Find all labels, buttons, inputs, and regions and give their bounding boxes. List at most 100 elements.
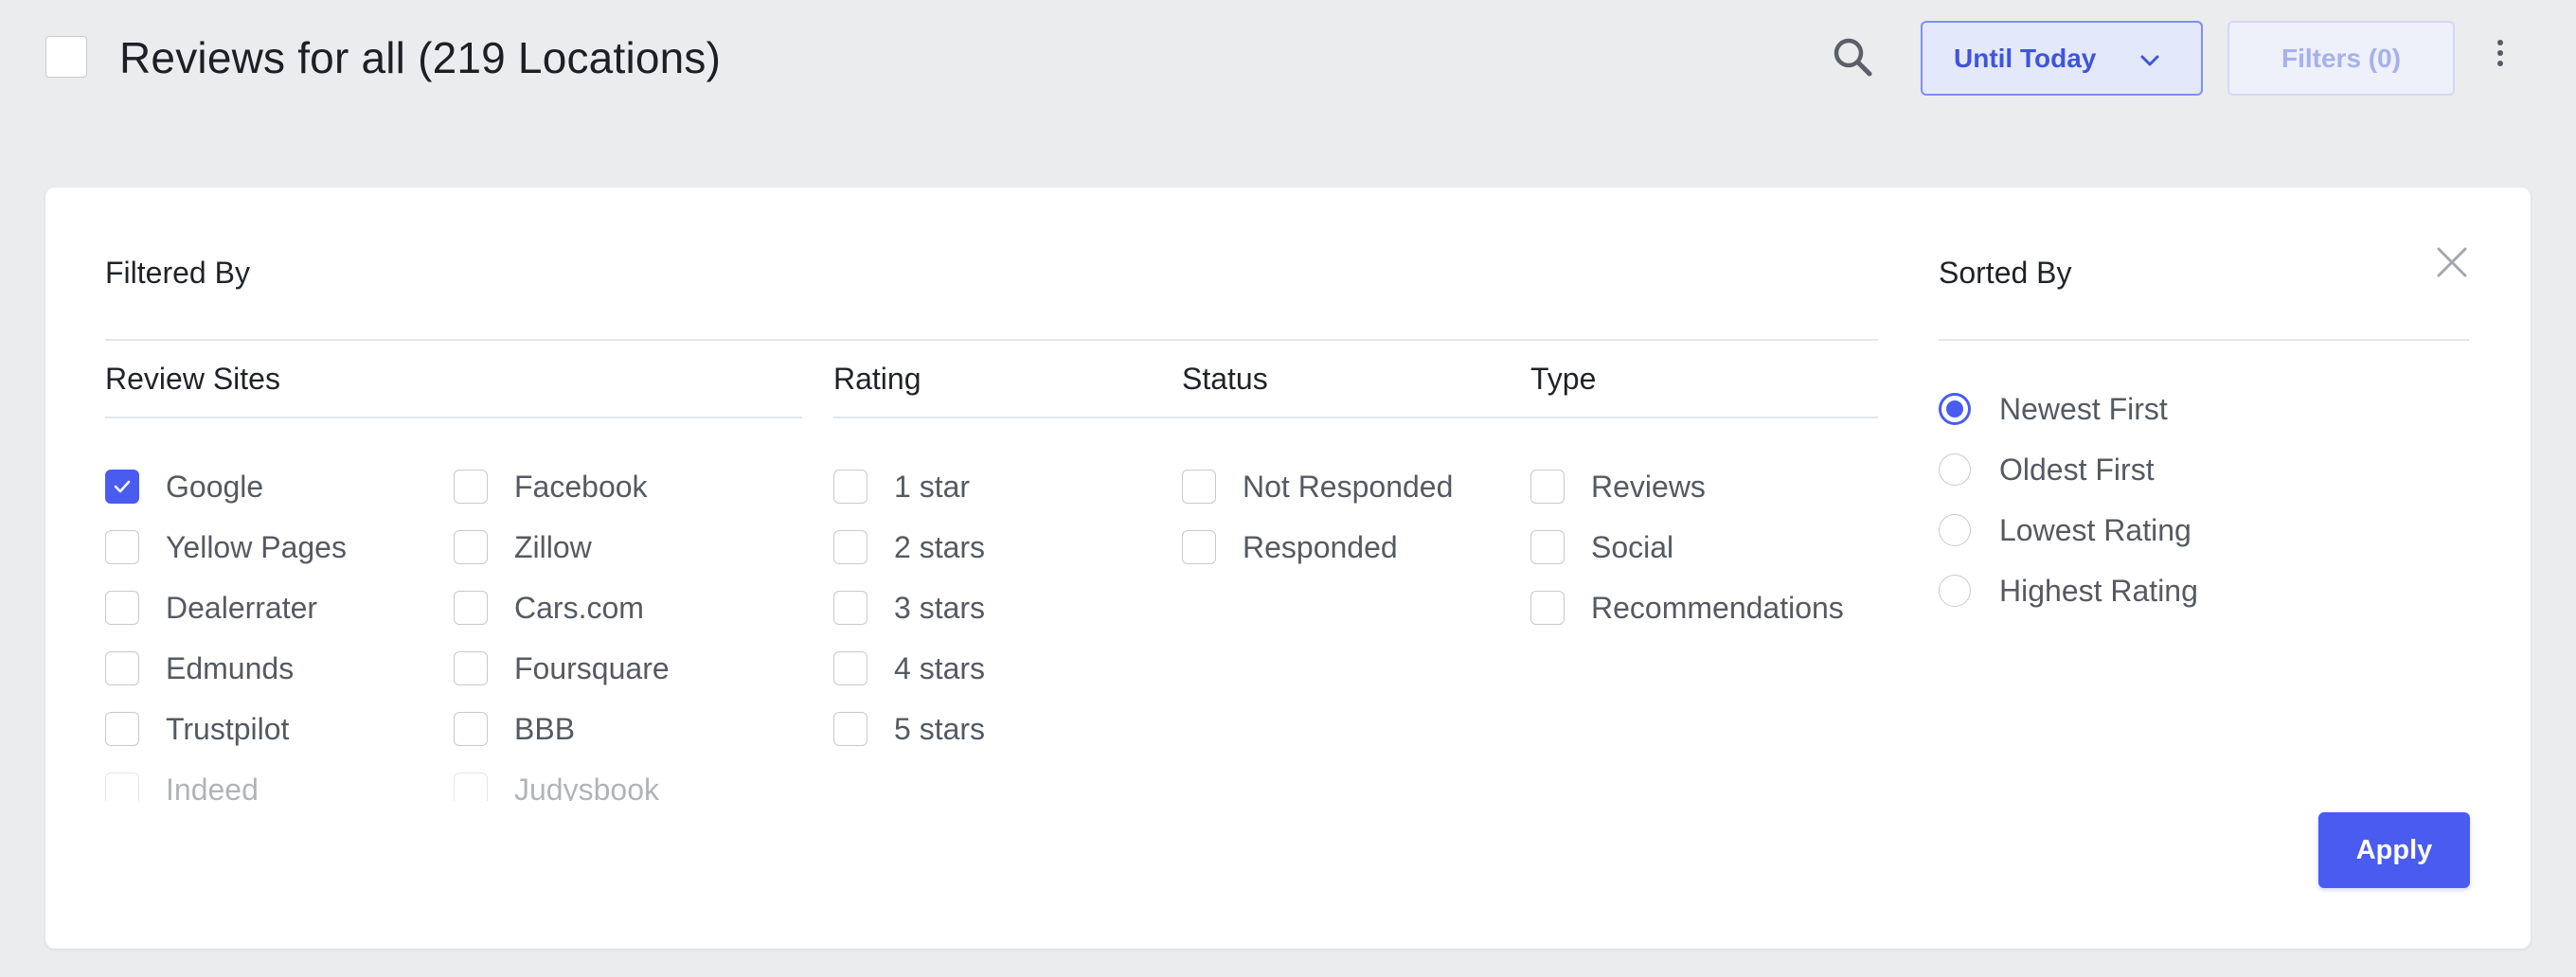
sort-option-oldest[interactable]: Oldest First xyxy=(1939,451,2155,488)
option-label: Trustpilot xyxy=(166,711,290,746)
sort-option-label: Lowest Rating xyxy=(1999,512,2191,547)
option-label: 3 stars xyxy=(894,590,986,625)
checkbox[interactable] xyxy=(833,470,868,504)
review-site-option[interactable]: Indeed xyxy=(105,771,259,801)
check-icon xyxy=(114,480,131,493)
rating-status-type-divider xyxy=(833,417,1878,418)
checkbox[interactable] xyxy=(833,530,868,564)
sorted-by-heading: Sorted By xyxy=(1939,256,2072,290)
type-option[interactable]: Social xyxy=(1530,528,1673,566)
checkbox[interactable] xyxy=(1182,470,1216,504)
option-label: Reviews xyxy=(1591,469,1706,504)
option-label: Edmunds xyxy=(166,650,295,685)
rating-heading: Rating xyxy=(833,362,921,396)
review-site-option[interactable]: Google xyxy=(105,468,263,506)
option-label: 5 stars xyxy=(894,711,986,746)
checkbox[interactable] xyxy=(1530,470,1565,504)
checkbox[interactable] xyxy=(105,591,139,625)
apply-button-label: Apply xyxy=(2355,834,2433,865)
option-label: 1 star xyxy=(894,469,971,504)
date-range-label: Until Today xyxy=(1954,43,2097,73)
checkbox[interactable] xyxy=(105,712,139,746)
option-label: Dealerrater xyxy=(166,590,318,625)
sort-option-newest[interactable]: Newest First xyxy=(1939,390,2168,428)
type-option[interactable]: Reviews xyxy=(1530,468,1706,506)
review-site-option[interactable]: Facebook xyxy=(454,468,648,506)
option-label: Judysbook xyxy=(514,772,659,802)
filtered-by-heading: Filtered By xyxy=(105,256,250,290)
checkbox[interactable] xyxy=(105,651,139,685)
apply-button[interactable]: Apply xyxy=(2318,812,2470,888)
rating-option[interactable]: 3 stars xyxy=(833,589,985,627)
sorted-by-divider xyxy=(1939,339,2469,341)
checkbox[interactable] xyxy=(105,773,139,801)
checkbox[interactable] xyxy=(105,530,139,564)
radio-button[interactable] xyxy=(1939,575,1971,607)
more-options-button[interactable] xyxy=(2483,34,2517,72)
checkbox[interactable] xyxy=(454,530,488,564)
date-range-dropdown[interactable]: Until Today xyxy=(1921,21,2203,96)
sort-option-label: Oldest First xyxy=(1999,452,2155,487)
sort-option-label: Highest Rating xyxy=(1999,573,2198,608)
search-icon xyxy=(1834,38,1872,77)
rating-option[interactable]: 4 stars xyxy=(833,649,985,687)
sort-option-lowest[interactable]: Lowest Rating xyxy=(1939,511,2191,549)
filters-button[interactable]: Filters (0) xyxy=(2227,21,2455,96)
review-site-option[interactable]: Zillow xyxy=(454,528,592,566)
status-option[interactable]: Not Responded xyxy=(1182,468,1453,506)
filter-panel: Filtered By Sorted By Review Sites Ratin… xyxy=(45,187,2531,949)
checkbox[interactable] xyxy=(454,591,488,625)
option-label: Zillow xyxy=(514,529,592,564)
select-all-checkbox[interactable] xyxy=(45,36,87,78)
checkbox[interactable] xyxy=(454,712,488,746)
review-sites-heading: Review Sites xyxy=(105,362,280,396)
option-label: Google xyxy=(166,469,264,504)
option-label: Not Responded xyxy=(1243,469,1454,504)
review-site-option[interactable]: Cars.com xyxy=(454,589,644,627)
option-label: Yellow Pages xyxy=(166,529,347,564)
review-site-option[interactable]: Trustpilot xyxy=(105,710,289,748)
checkbox[interactable] xyxy=(833,651,868,685)
radio-button[interactable] xyxy=(1939,393,1971,425)
option-label: BBB xyxy=(514,711,576,746)
status-option[interactable]: Responded xyxy=(1182,528,1398,566)
option-label: 4 stars xyxy=(894,650,986,685)
option-label: Facebook xyxy=(514,469,648,504)
checkbox[interactable] xyxy=(105,470,139,504)
checkbox[interactable] xyxy=(454,773,488,801)
close-button[interactable] xyxy=(2436,246,2468,278)
checkbox[interactable] xyxy=(454,651,488,685)
option-label: Cars.com xyxy=(514,590,644,625)
checkbox[interactable] xyxy=(1530,591,1565,625)
option-label: Foursquare xyxy=(514,650,670,685)
search-button[interactable] xyxy=(1830,34,1877,81)
sort-option-highest[interactable]: Highest Rating xyxy=(1939,572,2198,610)
checkbox[interactable] xyxy=(833,712,868,746)
checkbox[interactable] xyxy=(454,470,488,504)
option-label: Responded xyxy=(1243,529,1398,564)
close-icon xyxy=(2437,247,2467,277)
review-site-option[interactable]: Foursquare xyxy=(454,649,670,687)
page-title: Reviews for all (219 Locations) xyxy=(119,33,722,82)
option-label: Indeed xyxy=(166,772,259,802)
checkbox[interactable] xyxy=(1182,530,1216,564)
review-site-option[interactable]: Judysbook xyxy=(454,771,659,801)
type-option[interactable]: Recommendations xyxy=(1530,589,1844,627)
review-site-option[interactable]: BBB xyxy=(454,710,575,748)
radio-button[interactable] xyxy=(1939,514,1971,546)
review-site-option[interactable]: Edmunds xyxy=(105,649,294,687)
review-site-option[interactable]: Yellow Pages xyxy=(105,528,347,566)
review-site-option[interactable]: Dealerrater xyxy=(105,589,317,627)
radio-button[interactable] xyxy=(1939,453,1971,486)
checkbox[interactable] xyxy=(833,591,868,625)
status-heading: Status xyxy=(1182,362,1268,396)
review-sites-divider xyxy=(105,417,802,418)
option-label: Social xyxy=(1591,529,1674,564)
rating-option[interactable]: 1 star xyxy=(833,468,970,506)
checkbox[interactable] xyxy=(1530,530,1565,564)
filter-options-area: Google Yellow Pages Dealerrater Edmunds … xyxy=(45,443,1892,801)
rating-option[interactable]: 2 stars xyxy=(833,528,985,566)
rating-option[interactable]: 5 stars xyxy=(833,710,985,748)
top-bar: Reviews for all (219 Locations) Until To… xyxy=(0,0,2576,118)
option-label: Recommendations xyxy=(1591,590,1844,625)
